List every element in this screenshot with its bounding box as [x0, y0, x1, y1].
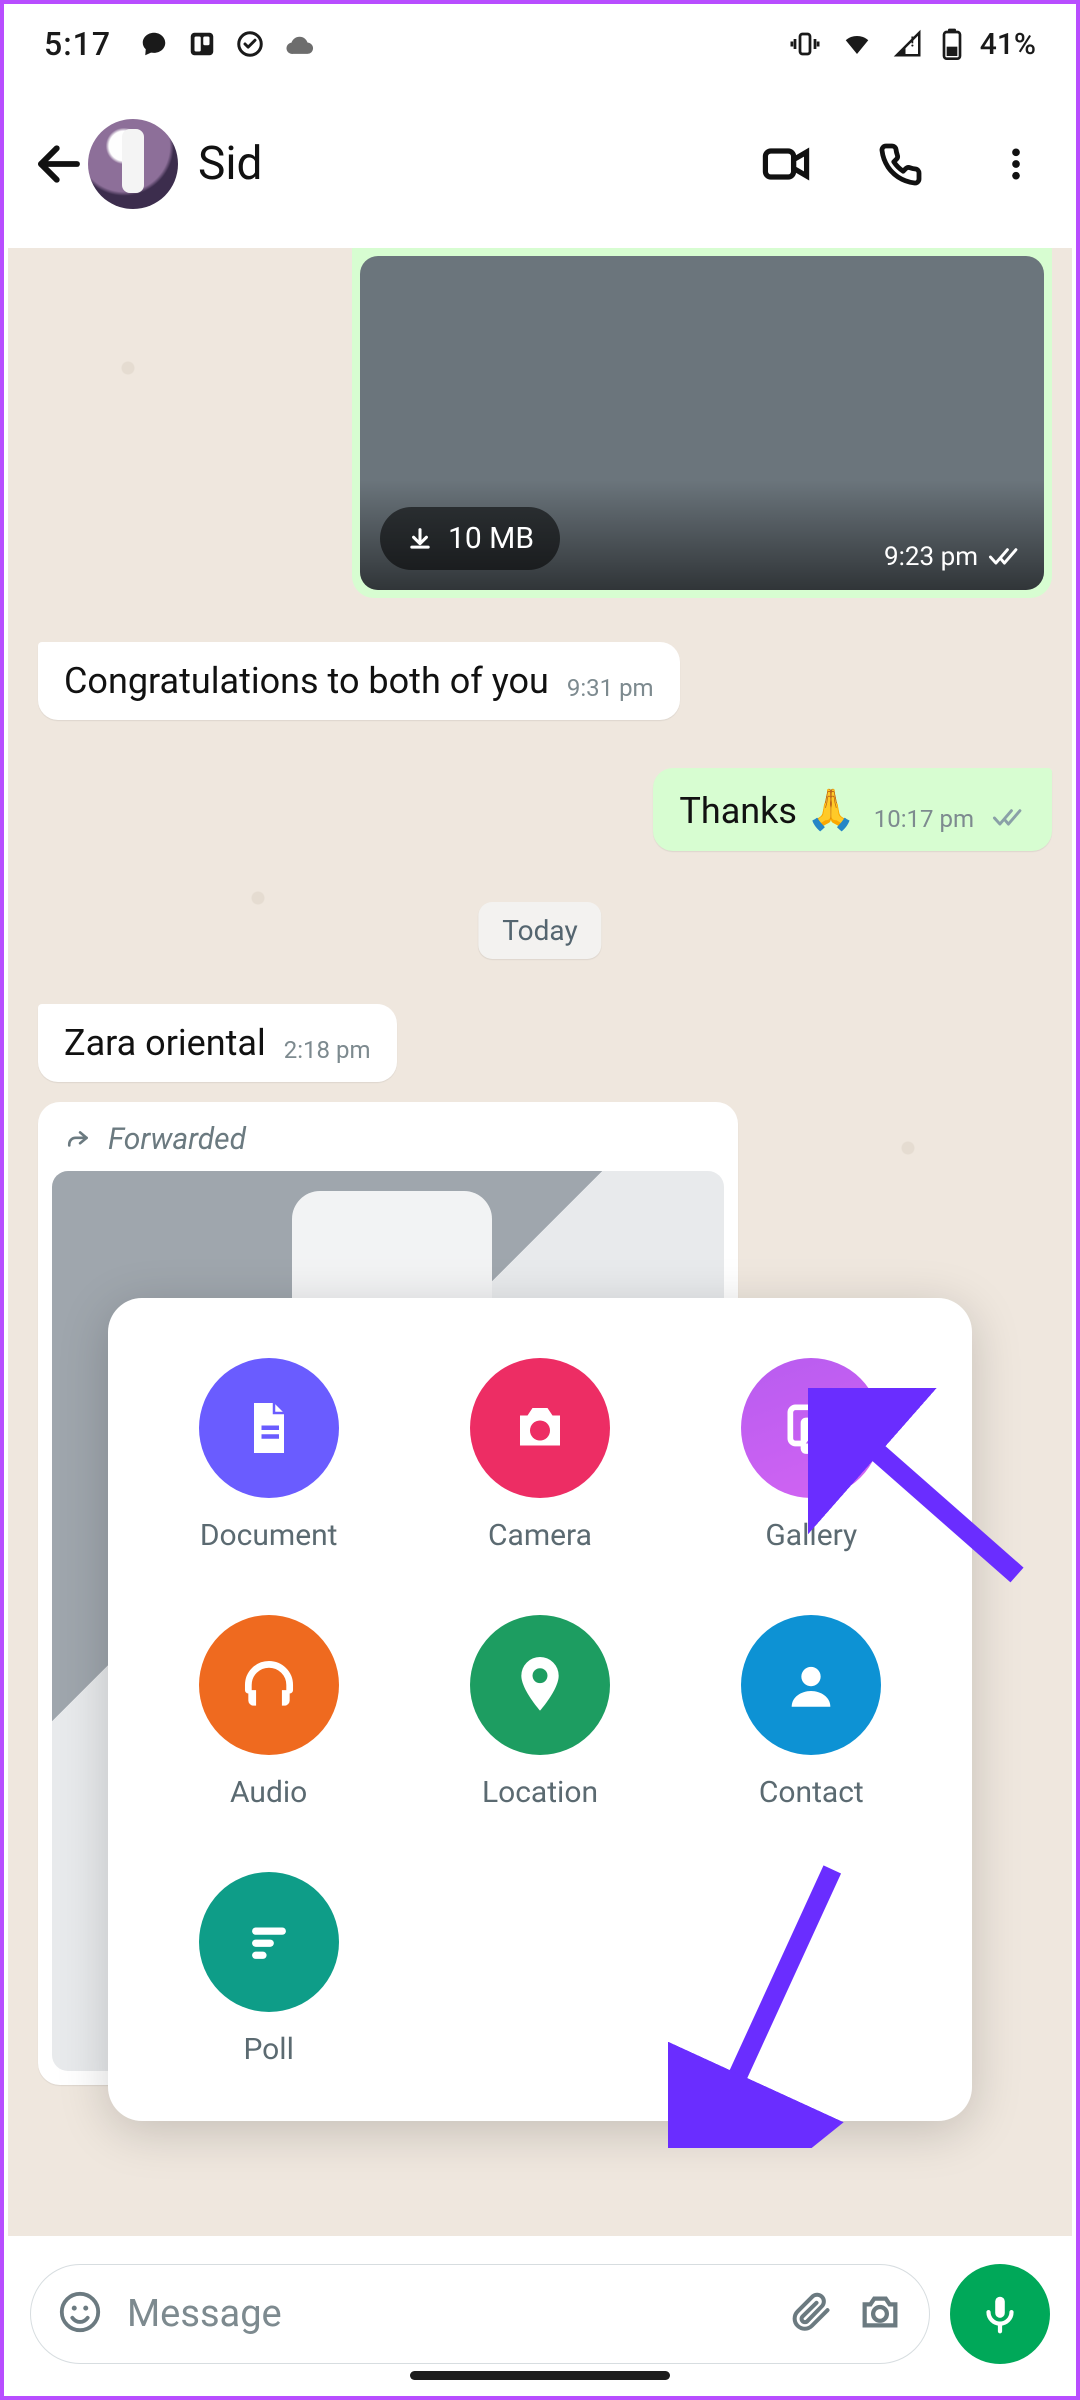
more-vertical-icon [996, 140, 1036, 188]
attach-contact[interactable]: Contact [691, 1615, 932, 1810]
svg-text:!: ! [910, 35, 914, 51]
contact-name[interactable]: Sid [198, 137, 756, 191]
message-time: 9:31 pm [567, 674, 654, 702]
video-call-button[interactable] [756, 134, 816, 194]
incoming-message[interactable]: Congratulations to both of you 9:31 pm [38, 642, 680, 720]
camera-icon [510, 1398, 570, 1458]
annotation-arrow [668, 1848, 868, 2148]
person-icon [782, 1656, 840, 1714]
chat-notification-icon [139, 29, 169, 59]
camera-button[interactable] [857, 2289, 903, 2339]
message-text: Congratulations to both of you [64, 660, 549, 702]
message-text: Zara oriental [64, 1022, 266, 1064]
smile-icon [57, 2289, 103, 2335]
poll-icon [240, 1913, 298, 1971]
incoming-message[interactable]: Zara oriental 2:18 pm [38, 1004, 397, 1082]
status-time: 5:17 [44, 25, 111, 63]
video-icon [760, 138, 812, 190]
message-time: 10:17 pm [874, 805, 974, 833]
more-options-button[interactable] [986, 134, 1046, 194]
status-left: 5:17 [44, 25, 317, 63]
forwarded-label: Forwarded [52, 1116, 724, 1171]
mic-icon [977, 2291, 1023, 2337]
app-bar: Sid [4, 84, 1076, 244]
attach-button[interactable] [789, 2290, 833, 2338]
outgoing-message[interactable]: Thanks 🙏 10:17 pm [653, 768, 1052, 851]
status-bar: 5:17 ! [4, 4, 1076, 84]
message-input-bar: Message [8, 2236, 1072, 2392]
annotation-arrow [808, 1388, 1028, 1608]
sync-icon [235, 29, 265, 59]
status-right: ! 41% [788, 27, 1036, 62]
attach-label: Document [200, 1518, 338, 1553]
battery-icon [942, 28, 962, 60]
chat-area[interactable]: 10 MB 9:23 pm Congratulations to both of… [8, 248, 1072, 2236]
outgoing-media-message[interactable]: 10 MB 9:23 pm [352, 248, 1052, 598]
pray-emoji: 🙏 [806, 786, 856, 833]
message-placeholder: Message [127, 2292, 765, 2336]
attach-document[interactable]: Document [148, 1358, 389, 1553]
phone-icon [877, 140, 925, 188]
download-icon [406, 525, 434, 553]
wifi-icon [840, 29, 874, 59]
back-arrow-icon [32, 137, 86, 191]
vibrate-icon [788, 29, 822, 59]
headphones-icon [238, 1654, 300, 1716]
nav-handle[interactable] [410, 2371, 670, 2380]
attach-label: Camera [488, 1518, 592, 1553]
message-input[interactable]: Message [30, 2264, 930, 2364]
attach-label: Contact [759, 1775, 864, 1810]
attach-poll[interactable]: Poll [148, 1872, 389, 2067]
attach-label: Location [482, 1775, 598, 1810]
paperclip-icon [789, 2290, 833, 2334]
double-check-icon [992, 807, 1026, 833]
attach-camera[interactable]: Camera [419, 1358, 660, 1553]
message-time: 2:18 pm [284, 1036, 371, 1064]
attach-label: Poll [243, 2032, 293, 2067]
double-check-icon [988, 546, 1022, 568]
voice-call-button[interactable] [871, 134, 931, 194]
battery-percent: 41% [980, 27, 1036, 62]
emoji-button[interactable] [57, 2289, 103, 2339]
camera-icon [857, 2289, 903, 2335]
contact-avatar[interactable] [88, 119, 178, 209]
signal-icon: ! [892, 29, 924, 59]
attach-label: Audio [230, 1775, 307, 1810]
forward-icon [64, 1127, 94, 1153]
media-thumbnail[interactable]: 10 MB 9:23 pm [360, 256, 1044, 590]
cloud-icon [283, 29, 317, 59]
location-pin-icon [512, 1652, 568, 1718]
attach-location[interactable]: Location [419, 1615, 660, 1810]
back-button[interactable] [24, 129, 94, 199]
media-size: 10 MB [448, 521, 534, 556]
date-separator: Today [478, 902, 601, 959]
download-button[interactable]: 10 MB [380, 507, 560, 570]
trello-icon [187, 29, 217, 59]
media-time: 9:23 pm [884, 542, 978, 572]
voice-record-button[interactable] [950, 2264, 1050, 2364]
document-icon [239, 1398, 299, 1458]
media-meta: 9:23 pm [884, 542, 1022, 572]
attach-audio[interactable]: Audio [148, 1615, 389, 1810]
message-text: Thanks 🙏 [679, 786, 855, 833]
